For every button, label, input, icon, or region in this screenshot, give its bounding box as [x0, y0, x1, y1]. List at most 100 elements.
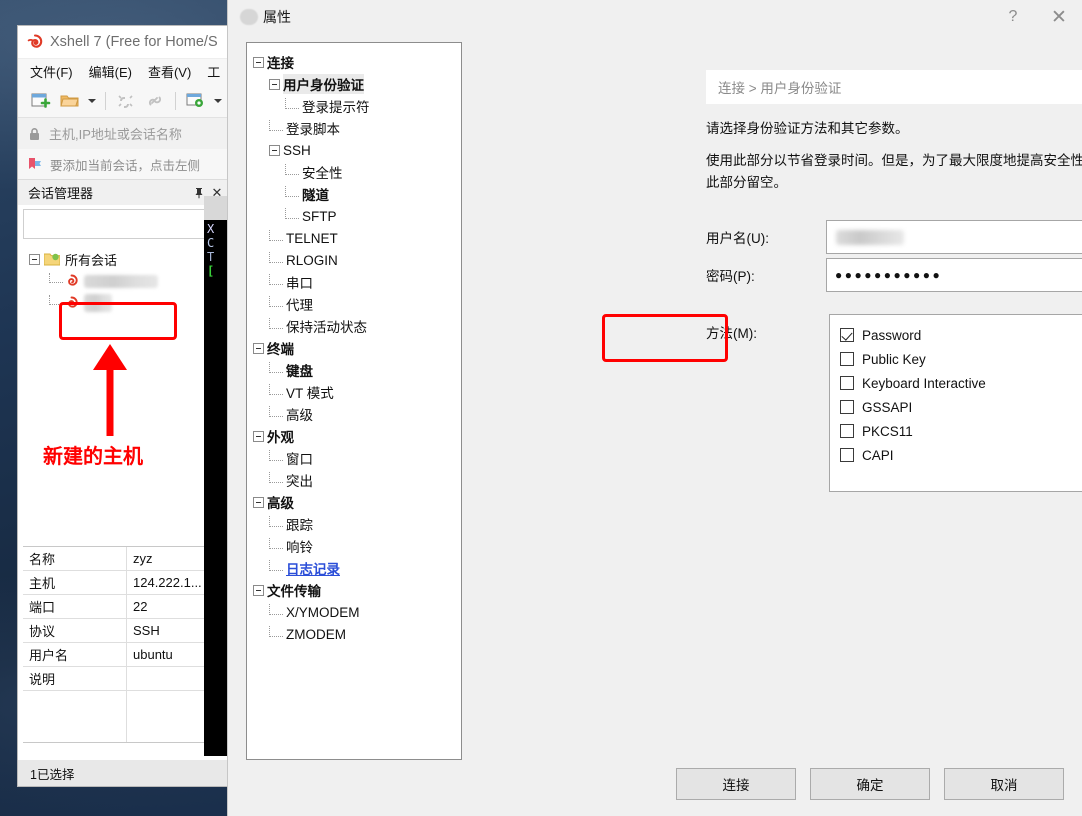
- menu-item-tools[interactable]: 工: [207, 62, 220, 81]
- chevron-down-icon-properties[interactable]: [212, 88, 224, 113]
- tree-connector-line: [269, 537, 283, 549]
- tree-row-all-sessions[interactable]: 所有会话: [23, 248, 227, 270]
- prop-key-description: 说明: [23, 667, 127, 690]
- chevron-down-icon-open[interactable]: [86, 88, 98, 113]
- category-tree-item-6[interactable]: 隧道: [247, 183, 461, 205]
- session-manager-title: 会话管理器: [28, 186, 94, 201]
- menu-item-view[interactable]: 查看(V): [148, 62, 191, 81]
- properties-gear-icon[interactable]: [183, 88, 209, 113]
- category-tree-item-21[interactable]: 跟踪: [247, 513, 461, 535]
- menu-item-file[interactable]: 文件(F): [30, 62, 73, 81]
- list-item-session-1[interactable]: [23, 270, 227, 292]
- xshell-main-window: Xshell 7 (Free for Home/S 文件(F) 编辑(E) 查看…: [18, 26, 232, 786]
- category-tree-item-25[interactable]: X/YMODEM: [247, 601, 461, 623]
- checkbox-icon[interactable]: [840, 328, 854, 342]
- cancel-button[interactable]: 取消: [944, 768, 1064, 800]
- category-tree-item-9[interactable]: RLOGIN: [247, 249, 461, 271]
- table-row: 协议 SSH: [23, 619, 227, 643]
- category-tree-item-12[interactable]: 保持活动状态: [247, 315, 461, 337]
- list-item-session-2[interactable]: [23, 292, 227, 314]
- session-tree[interactable]: 所有会话 新建的主机: [23, 242, 227, 532]
- tree-connector-line: [269, 405, 283, 417]
- new-session-icon[interactable]: [28, 88, 54, 113]
- collapse-expander-icon[interactable]: [269, 78, 280, 90]
- collapse-expander-icon[interactable]: [253, 56, 264, 68]
- category-tree-item-3[interactable]: 登录脚本: [247, 117, 461, 139]
- collapse-expander-icon[interactable]: [253, 342, 264, 354]
- username-input[interactable]: [826, 220, 1082, 254]
- method-item-capi[interactable]: CAPI: [840, 443, 1082, 467]
- method-item-public-key[interactable]: Public Key: [840, 347, 1082, 371]
- table-row: 名称 zyz: [23, 547, 227, 571]
- checkbox-icon[interactable]: [840, 352, 854, 366]
- category-tree-item-24[interactable]: 文件传输: [247, 579, 461, 601]
- dialog-titlebar: 属性 ? ✕: [228, 0, 1082, 34]
- collapse-expander-icon[interactable]: [29, 253, 40, 265]
- xshell-address-bar[interactable]: 主机,IP地址或会话名称: [18, 117, 232, 149]
- category-tree-item-23[interactable]: 日志记录: [247, 557, 461, 579]
- table-row: 用户名 ubuntu: [23, 643, 227, 667]
- help-button[interactable]: ?: [990, 1, 1036, 33]
- connect-button[interactable]: 连接: [676, 768, 796, 800]
- collapse-expander-icon[interactable]: [269, 144, 280, 156]
- category-tree-item-7[interactable]: SFTP: [247, 205, 461, 227]
- checkbox-icon[interactable]: [840, 400, 854, 414]
- category-tree-item-8[interactable]: TELNET: [247, 227, 461, 249]
- category-tree-item-20[interactable]: 高级: [247, 491, 461, 513]
- method-item-pkcs11[interactable]: PKCS11: [840, 419, 1082, 443]
- tree-connector-line: [49, 273, 63, 283]
- category-tree-item-16[interactable]: 高级: [247, 403, 461, 425]
- open-folder-icon[interactable]: [57, 88, 83, 113]
- category-tree-item-18[interactable]: 窗口: [247, 447, 461, 469]
- category-tree-item-13[interactable]: 终端: [247, 337, 461, 359]
- category-tree-item-19[interactable]: 突出: [247, 469, 461, 491]
- ok-button[interactable]: 确定: [810, 768, 930, 800]
- category-tree-item-2[interactable]: 登录提示符: [247, 95, 461, 117]
- checkbox-icon[interactable]: [840, 424, 854, 438]
- category-tree[interactable]: 连接用户身份验证登录提示符登录脚本 SSH 安全性 隧道 SFTP TELNET RLOGI…: [246, 42, 462, 760]
- close-button[interactable]: ✕: [1036, 1, 1082, 33]
- category-tree-item-4[interactable]: SSH: [247, 139, 461, 161]
- method-item-gssapi[interactable]: GSSAPI: [840, 395, 1082, 419]
- category-tree-label: 登录脚本: [286, 122, 340, 137]
- bookmark-add-icon: [29, 158, 41, 169]
- category-tree-item-15[interactable]: VT 模式: [247, 381, 461, 403]
- method-listbox[interactable]: Password Public Key Keyboard Interactive GS…: [829, 314, 1082, 492]
- prop-key-port: 端口: [23, 595, 127, 618]
- category-tree-item-14[interactable]: 键盘: [247, 359, 461, 381]
- password-field-row: 密码(P): ●●●●●●●●●●●: [706, 258, 1082, 292]
- category-tree-label: 窗口: [286, 452, 313, 467]
- category-tree-item-0[interactable]: 连接: [247, 51, 461, 73]
- tree-connector-line: [285, 97, 299, 109]
- category-tree-item-10[interactable]: 串口: [247, 271, 461, 293]
- tree-connector-line: [269, 449, 283, 461]
- terminal-tab-strip[interactable]: [204, 196, 230, 220]
- terminal-line-2: C: [207, 236, 215, 250]
- category-tree-item-11[interactable]: 代理: [247, 293, 461, 315]
- category-tree-item-22[interactable]: 响铃: [247, 535, 461, 557]
- category-tree-item-5[interactable]: 安全性: [247, 161, 461, 183]
- tree-connector-line: [269, 515, 283, 527]
- checkbox-icon[interactable]: [840, 376, 854, 390]
- category-tree-item-26[interactable]: ZMODEM: [247, 623, 461, 645]
- category-tree-label: TELNET: [286, 230, 338, 246]
- category-tree-label: 连接: [267, 56, 294, 71]
- checkbox-icon[interactable]: [840, 448, 854, 462]
- menu-item-edit[interactable]: 编辑(E): [89, 62, 132, 81]
- address-bar-placeholder: 主机,IP地址或会话名称: [49, 127, 182, 142]
- tree-label-all-sessions: 所有会话: [65, 252, 118, 268]
- session-search-input[interactable]: [23, 209, 227, 239]
- category-tree-label: 登录提示符: [302, 100, 370, 115]
- category-tree-label: ZMODEM: [286, 626, 346, 642]
- collapse-expander-icon[interactable]: [253, 496, 264, 508]
- username-value-redacted: [836, 229, 904, 245]
- category-tree-label: 突出: [286, 474, 313, 489]
- method-item-password[interactable]: Password: [840, 323, 1082, 347]
- category-tree-item-17[interactable]: 外观: [247, 425, 461, 447]
- collapse-expander-icon[interactable]: [253, 430, 264, 442]
- password-input[interactable]: ●●●●●●●●●●●: [826, 258, 1082, 292]
- category-tree-item-1[interactable]: 用户身份验证: [247, 73, 461, 95]
- collapse-expander-icon[interactable]: [253, 584, 264, 596]
- method-item-keyboard-interactive[interactable]: Keyboard Interactive: [840, 371, 1082, 395]
- tree-connector-line: [285, 185, 299, 197]
